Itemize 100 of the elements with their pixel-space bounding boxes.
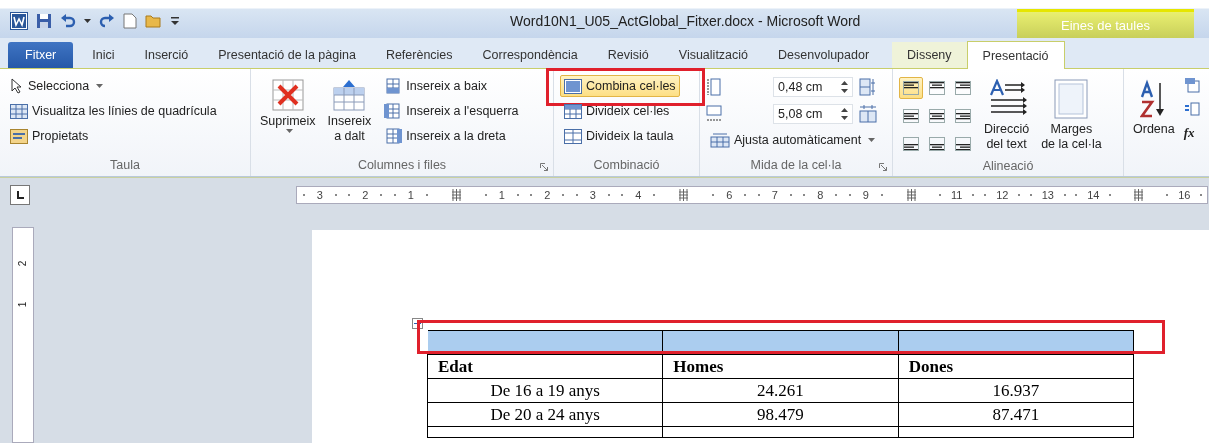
ruler-tick xyxy=(1018,194,1021,196)
table-cell: De 20 a 24 anys xyxy=(427,402,663,427)
word-logo-icon[interactable] xyxy=(10,12,28,30)
spin-arrows-icon[interactable] xyxy=(841,108,848,120)
formula-button[interactable]: fx xyxy=(1183,125,1200,141)
ruler-tick xyxy=(848,194,851,196)
table-cell[interactable] xyxy=(427,330,663,355)
align-icon xyxy=(903,81,919,95)
new-document-icon[interactable] xyxy=(123,13,137,29)
width-field[interactable]: 5,08 cm xyxy=(773,104,853,124)
table-move-handle-icon[interactable] xyxy=(412,318,423,329)
ribbon-tab[interactable]: Inserció xyxy=(129,42,204,68)
delete-button[interactable]: Suprimeix xyxy=(257,75,319,158)
ruler-number: 6 xyxy=(726,189,733,201)
save-icon[interactable] xyxy=(36,13,52,29)
ruler-number: 11 xyxy=(951,189,963,201)
ruler-tick xyxy=(516,194,519,196)
column-marker-icon[interactable] xyxy=(906,189,916,201)
ruler-tick xyxy=(1109,194,1112,196)
ruler-number: 1 xyxy=(407,189,414,201)
ribbon-tab[interactable]: Presentació xyxy=(966,41,1065,69)
ribbon-button[interactable]: Selecciona xyxy=(6,75,244,97)
align-icon xyxy=(955,81,971,95)
ruler-number: 9 xyxy=(862,189,869,201)
align-icon xyxy=(903,137,919,151)
group-label: Mida de la cel·la xyxy=(749,158,843,174)
window-title: Word10N1_U05_ActGlobal_Fitxer.docx - Microsoft Word xyxy=(509,13,862,31)
column-marker-icon[interactable] xyxy=(679,189,689,201)
align-button[interactable] xyxy=(899,77,923,99)
ruler-tick xyxy=(803,194,806,196)
ruler-tick xyxy=(712,194,715,196)
text-direction-button[interactable]: Direcció del text xyxy=(981,75,1033,159)
align-icon xyxy=(929,81,945,95)
repeat-header-icon[interactable] xyxy=(1183,77,1200,93)
ruler-number: 1 xyxy=(498,189,505,201)
ribbon-button[interactable]: Combina cel·les xyxy=(560,75,680,97)
properties-icon xyxy=(10,128,28,144)
ribbon-tab[interactable]: Desenvolupador xyxy=(763,42,885,68)
cell-margins-button[interactable]: Marges de la cel·la xyxy=(1038,75,1105,159)
grid-icon xyxy=(10,103,28,119)
autofit-icon xyxy=(710,132,730,148)
ribbon-tab[interactable]: Referències xyxy=(370,42,468,68)
dropdown-icon[interactable] xyxy=(84,19,91,23)
ribbon-tab[interactable]: Disseny xyxy=(892,42,967,68)
insert-row-icon xyxy=(333,79,366,111)
table-cell[interactable] xyxy=(662,330,899,355)
height-field[interactable]: 0,48 cm xyxy=(773,77,853,97)
table-cell: 87.471 xyxy=(898,402,1134,427)
table-header-cell: Edat xyxy=(427,354,663,379)
ribbon-tab[interactable]: Correspondència xyxy=(467,42,593,68)
group-label: Taula xyxy=(109,158,141,174)
insert-table-icon xyxy=(384,128,403,144)
autofit-button[interactable]: Ajusta automàticament xyxy=(706,129,886,151)
row-height-icon xyxy=(706,78,722,96)
table-cell[interactable] xyxy=(898,330,1134,355)
ribbon-button[interactable]: Insereix a la dreta xyxy=(380,125,523,147)
redo-icon[interactable] xyxy=(99,13,115,29)
ribbon-button[interactable]: Visualitza les línies de quadrícula xyxy=(6,100,244,122)
insert-above-button[interactable]: Insereix a dalt xyxy=(324,75,375,158)
ribbon-tab[interactable]: Fitxer xyxy=(8,42,74,68)
distribute-rows-icon[interactable] xyxy=(859,78,877,96)
ribbon-button[interactable]: Divideix cel·les xyxy=(560,100,674,122)
ribbon-tab[interactable]: Inici xyxy=(77,42,130,68)
ruler-tick xyxy=(984,194,987,196)
tab-selector[interactable] xyxy=(10,185,30,205)
caret-icon xyxy=(868,138,876,142)
ruler-tick xyxy=(380,194,383,196)
pointer-icon xyxy=(10,78,24,94)
dialog-launcher-icon[interactable] xyxy=(540,163,548,171)
ribbon-button[interactable]: Insereix a baix xyxy=(380,75,523,97)
sort-button[interactable]: Ordena xyxy=(1130,75,1178,176)
dialog-launcher-icon[interactable] xyxy=(879,163,887,171)
ruler-tick xyxy=(1166,194,1169,196)
ribbon-button[interactable]: Divideix la taula xyxy=(560,125,678,147)
spin-arrows-icon[interactable] xyxy=(841,81,848,93)
ribbon-button[interactable]: Insereix a l'esquerra xyxy=(380,100,523,122)
convert-table-icon[interactable] xyxy=(1183,101,1200,117)
customize-icon[interactable] xyxy=(171,16,179,26)
distribute-columns-icon[interactable] xyxy=(859,105,877,123)
table-cell: 98.479 xyxy=(662,402,899,427)
column-marker-icon[interactable] xyxy=(1134,189,1144,201)
ribbon-button[interactable]: Propietats xyxy=(6,125,244,147)
ruler-tick xyxy=(1075,194,1078,196)
align-icon xyxy=(929,137,945,151)
ruler-tick xyxy=(562,194,565,196)
align-icon xyxy=(929,109,945,123)
ruler-tick xyxy=(744,194,747,196)
undo-icon[interactable] xyxy=(60,13,76,29)
ruler-tick xyxy=(302,194,305,196)
ribbon-tab[interactable]: Visualització xyxy=(663,42,764,68)
ruler-tick xyxy=(757,194,760,196)
ruler-tick xyxy=(1200,194,1203,196)
ruler-number: 14 xyxy=(1087,189,1100,201)
ribbon-tab[interactable]: Presentació de la pàgina xyxy=(203,42,371,68)
table-cell: De 16 a 19 anys xyxy=(427,378,663,403)
ribbon-tab[interactable]: Revisió xyxy=(592,42,664,68)
column-marker-icon[interactable] xyxy=(451,189,461,201)
ruler-tick xyxy=(575,194,578,196)
ruler-number: 2 xyxy=(544,189,551,201)
group-label: Alineació xyxy=(981,159,1035,175)
